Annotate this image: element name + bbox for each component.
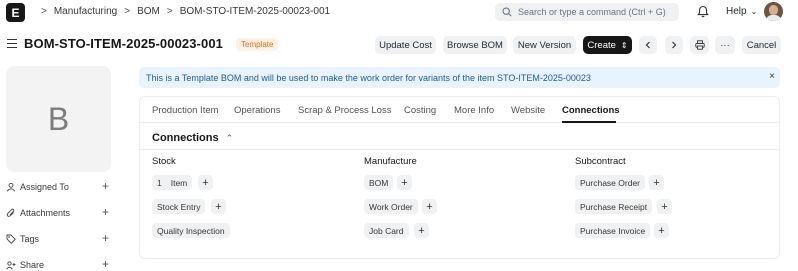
link-purchase-invoice[interactable]: Purchase Invoice bbox=[575, 223, 651, 238]
tab-scrap-process-loss[interactable]: Scrap & Process Loss bbox=[298, 105, 391, 116]
add-attachment-plus-icon[interactable]: + bbox=[102, 205, 109, 219]
new-purchase-receipt-plus-button[interactable]: + bbox=[657, 199, 672, 214]
tab-more-info[interactable]: More Info bbox=[454, 105, 494, 116]
document-image-placeholder[interactable]: B bbox=[6, 66, 111, 172]
new-job-card-plus-button[interactable]: + bbox=[414, 223, 429, 238]
sidebar-item-label: Tags bbox=[20, 234, 40, 244]
new-purchase-invoice-plus-button[interactable]: + bbox=[654, 223, 669, 238]
active-tab-indicator bbox=[562, 121, 616, 123]
tag-icon bbox=[6, 234, 16, 244]
user-icon bbox=[6, 182, 16, 192]
breadcrumb-manufacturing[interactable]: Manufacturing bbox=[54, 6, 117, 17]
sidebar-item-label: Share bbox=[20, 260, 45, 270]
next-document-button[interactable] bbox=[665, 36, 683, 54]
app-logo[interactable]: E bbox=[6, 3, 25, 22]
form-tabs: Production Item Operations Scrap & Proce… bbox=[140, 97, 779, 123]
chevron-down-icon: ⌄ bbox=[750, 7, 758, 16]
status-badge: Template bbox=[236, 38, 279, 51]
tab-costing[interactable]: Costing bbox=[404, 105, 436, 116]
add-assignee-plus-icon[interactable]: + bbox=[102, 179, 109, 193]
sidebar-item-attachments[interactable]: Attachments + bbox=[6, 205, 111, 220]
share-icon bbox=[6, 261, 16, 270]
tab-website[interactable]: Website bbox=[511, 105, 545, 116]
link-quality-inspection[interactable]: Quality Inspection bbox=[152, 223, 230, 238]
group-heading-subcontract: Subcontract bbox=[575, 156, 626, 167]
new-work-order-plus-button[interactable]: + bbox=[422, 199, 437, 214]
create-button-label: Create bbox=[587, 39, 616, 51]
breadcrumb-separator: > bbox=[166, 6, 173, 17]
more-actions-button[interactable]: ··· bbox=[715, 36, 735, 54]
breadcrumb-separator: > bbox=[41, 6, 47, 17]
link-purchase-receipt[interactable]: Purchase Receipt bbox=[575, 199, 653, 214]
navbar: E > Manufacturing > BOM > BOM-STO-ITEM-2… bbox=[0, 0, 798, 26]
link-item[interactable]: 1 Item bbox=[152, 175, 193, 190]
help-dropdown[interactable]: Help ⌄ bbox=[726, 6, 757, 17]
page-title: BOM-STO-ITEM-2025-00023-001 bbox=[24, 36, 223, 51]
form-card: Production Item Operations Scrap & Proce… bbox=[139, 96, 780, 259]
chevron-up-icon: ⌃ bbox=[225, 132, 234, 143]
section-divider bbox=[140, 149, 779, 150]
alert-message: This is a Template BOM and will be used … bbox=[146, 72, 591, 83]
printer-icon bbox=[694, 40, 705, 50]
group-heading-manufacture: Manufacture bbox=[364, 156, 417, 167]
tab-production-item[interactable]: Production Item bbox=[152, 105, 219, 116]
previous-document-button[interactable] bbox=[639, 36, 657, 54]
breadcrumb-bom[interactable]: BOM bbox=[137, 6, 160, 17]
sidebar-item-share[interactable]: Share + bbox=[6, 257, 111, 271]
new-purchase-order-plus-button[interactable]: + bbox=[649, 175, 664, 190]
new-item-plus-button[interactable]: + bbox=[198, 175, 213, 190]
close-icon[interactable]: × bbox=[769, 71, 775, 82]
tab-operations[interactable]: Operations bbox=[234, 105, 280, 116]
template-info-alert: This is a Template BOM and will be used … bbox=[139, 67, 780, 88]
search-icon bbox=[502, 7, 512, 17]
print-button[interactable] bbox=[690, 36, 709, 54]
updown-chevron-icon: ⇕ bbox=[620, 40, 628, 50]
sidebar-item-tags[interactable]: Tags + bbox=[6, 231, 111, 246]
search-input[interactable]: Search or type a command (Ctrl + G) bbox=[495, 3, 679, 21]
link-count: 1 bbox=[157, 177, 162, 188]
chevron-right-icon bbox=[672, 41, 677, 49]
chevron-left-icon bbox=[645, 41, 650, 49]
link-bom[interactable]: BOM bbox=[364, 175, 394, 190]
create-button[interactable]: Create ⇕ bbox=[583, 36, 632, 54]
browse-bom-button[interactable]: Browse BOM bbox=[443, 36, 507, 54]
new-version-button[interactable]: New Version bbox=[513, 36, 576, 54]
sidebar-item-label: Assigned To bbox=[20, 182, 69, 192]
paperclip-icon bbox=[6, 208, 15, 217]
group-heading-stock: Stock bbox=[152, 156, 176, 167]
cancel-button[interactable]: Cancel bbox=[742, 36, 781, 54]
breadcrumb: > Manufacturing > BOM > BOM-STO-ITEM-202… bbox=[34, 6, 330, 17]
link-stock-entry[interactable]: Stock Entry bbox=[152, 199, 206, 214]
tab-connections[interactable]: Connections bbox=[562, 105, 620, 116]
sidebar-toggle-menu-icon[interactable] bbox=[7, 39, 17, 51]
link-job-card[interactable]: Job Card bbox=[364, 223, 409, 238]
new-stock-entry-plus-button[interactable]: + bbox=[211, 199, 226, 214]
section-title: Connections bbox=[152, 132, 219, 144]
add-tag-plus-icon[interactable]: + bbox=[102, 231, 109, 245]
sidebar-item-assigned-to[interactable]: Assigned To + bbox=[6, 179, 111, 194]
connections-section-header[interactable]: Connections ⌃ bbox=[152, 132, 233, 144]
update-cost-button[interactable]: Update Cost bbox=[375, 36, 436, 54]
add-share-plus-icon[interactable]: + bbox=[102, 257, 109, 271]
user-avatar[interactable] bbox=[764, 2, 783, 21]
new-bom-plus-button[interactable]: + bbox=[397, 175, 412, 190]
notifications-bell-icon[interactable] bbox=[697, 5, 709, 21]
breadcrumb-separator: > bbox=[124, 6, 131, 17]
link-purchase-order[interactable]: Purchase Order bbox=[575, 175, 645, 190]
sidebar-item-label: Attachments bbox=[20, 208, 71, 218]
link-label: Item bbox=[170, 177, 188, 188]
breadcrumb-document[interactable]: BOM-STO-ITEM-2025-00023-001 bbox=[180, 6, 330, 17]
search-placeholder: Search or type a command (Ctrl + G) bbox=[518, 7, 666, 17]
link-work-order[interactable]: Work Order bbox=[364, 199, 418, 214]
help-label: Help bbox=[726, 6, 747, 17]
